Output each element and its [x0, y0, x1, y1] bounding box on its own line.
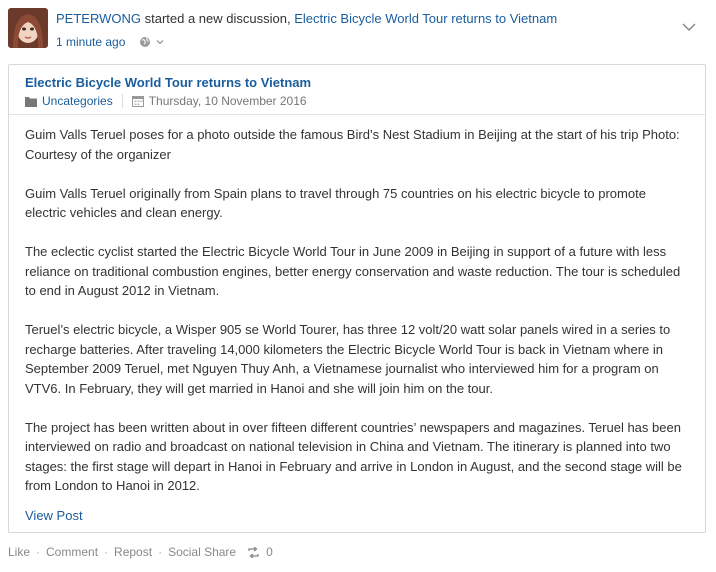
like-button[interactable]: Like: [8, 545, 30, 559]
view-post-link[interactable]: View Post: [25, 508, 83, 523]
discussion-link[interactable]: Electric Bicycle World Tour returns to V…: [294, 11, 557, 26]
social-share-button[interactable]: Social Share: [168, 545, 236, 559]
post-meta: Uncategories Thursday, 10 November 2016: [25, 94, 307, 108]
action-text: started a new discussion,: [141, 11, 295, 26]
privacy-dropdown[interactable]: [139, 36, 165, 48]
separator-dot: ·: [104, 545, 109, 559]
post-paragraph: The eclectic cyclist started the Electri…: [25, 244, 681, 298]
folder-icon: [25, 96, 37, 107]
username-link[interactable]: PETERWONG: [56, 11, 141, 26]
post-paragraph: Guim Valls Teruel poses for a photo outs…: [25, 127, 680, 162]
separator-dot: ·: [36, 545, 41, 559]
calendar-icon: [131, 96, 144, 107]
comment-button[interactable]: Comment: [46, 545, 98, 559]
globe-icon: [140, 37, 151, 47]
timestamp-link[interactable]: 1 minute ago: [56, 34, 125, 50]
avatar[interactable]: [8, 8, 48, 48]
share-count-value: 0: [266, 545, 273, 559]
chevron-down-icon: [156, 40, 164, 45]
activity-meta: 1 minute ago: [56, 34, 165, 50]
post-card: Electric Bicycle World Tour returns to V…: [8, 64, 706, 533]
post-body: Guim Valls Teruel poses for a photo outs…: [25, 125, 689, 515]
action-bar: Like · Comment · Repost · Social Share 0: [8, 545, 273, 559]
post-paragraph: The project has been written about in ov…: [25, 419, 682, 494]
post-paragraph: Teruel’s electric bicycle, a Wisper 905 …: [25, 322, 671, 396]
options-chevron-icon[interactable]: [680, 18, 698, 36]
separator-dot: ·: [158, 545, 163, 559]
activity-summary: PETERWONG started a new discussion, Elec…: [56, 11, 557, 27]
share-count[interactable]: 0: [247, 545, 273, 559]
meta-divider: [121, 94, 123, 108]
category-link[interactable]: Uncategories: [42, 94, 113, 108]
repost-button[interactable]: Repost: [114, 545, 152, 559]
post-title[interactable]: Electric Bicycle World Tour returns to V…: [25, 75, 311, 90]
post-paragraph: Guim Valls Teruel originally from Spain …: [25, 185, 646, 221]
repost-icon: [248, 546, 259, 558]
activity-header: PETERWONG started a new discussion, Elec…: [0, 0, 716, 60]
post-date: Thursday, 10 November 2016: [148, 94, 307, 108]
post-card-header: Electric Bicycle World Tour returns to V…: [9, 65, 705, 115]
